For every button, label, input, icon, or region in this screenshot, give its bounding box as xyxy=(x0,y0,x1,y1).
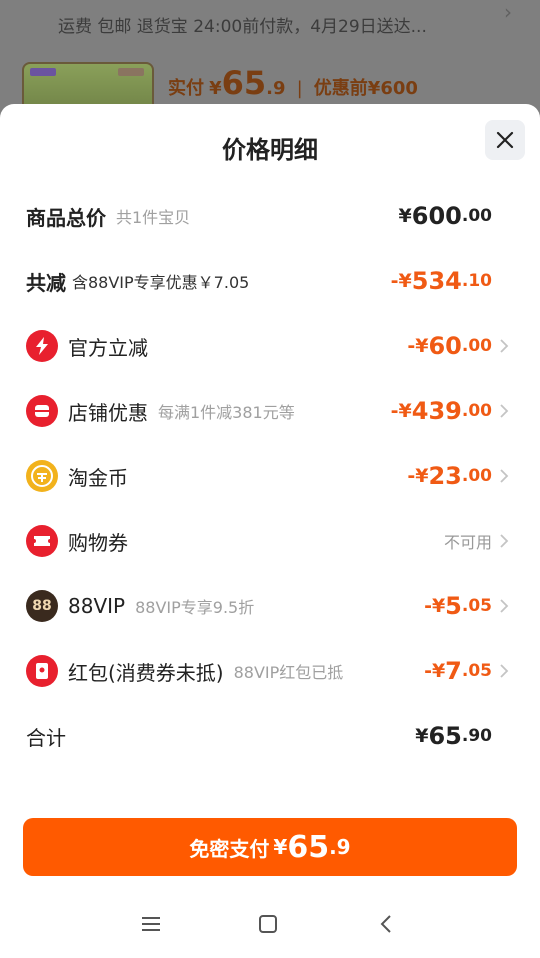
row-total-discount: 共减 含88VIP专享优惠￥7.05 -¥ 534.10 xyxy=(0,261,540,301)
shop-icon xyxy=(26,395,58,427)
row-shop-discount[interactable]: 店铺优惠 每满1件减381元等 -¥ 439.00 xyxy=(0,391,540,431)
chevron-right-icon xyxy=(500,404,509,418)
row-label: 共减 xyxy=(26,270,66,295)
row-label: 购物券 xyxy=(68,530,128,555)
row-label: 88VIP xyxy=(68,594,126,618)
chevron-right-icon xyxy=(500,664,509,678)
row-official-discount[interactable]: 官方立减 -¥ 60.00 xyxy=(0,326,540,366)
row-sublabel: 含88VIP专享优惠￥7.05 xyxy=(72,273,250,292)
row-88vip[interactable]: 88 88VIP 88VIP专享9.5折 -¥ 5.05 xyxy=(0,586,540,626)
row-grand-total: 合计 ¥65.90 xyxy=(0,716,540,756)
shipping-info: 运费 包邮 退货宝 24:00前付款，4月29日送达... xyxy=(58,17,427,37)
row-amount: -¥ 534.10 xyxy=(390,267,492,295)
row-label: 店铺优惠 xyxy=(68,400,148,425)
chevron-right-icon: › xyxy=(504,0,512,24)
sheet-title: 价格明细 xyxy=(222,136,318,164)
row-sublabel: 88VIP红包已抵 xyxy=(233,663,344,682)
back-icon[interactable] xyxy=(375,914,397,934)
row-amount: ¥65.90 xyxy=(415,722,492,750)
row-label: 淘金币 xyxy=(68,465,128,490)
red-packet-icon xyxy=(26,655,58,687)
row-sublabel: 每满1件减381元等 xyxy=(158,403,295,422)
row-total-price: 商品总价 共1件宝贝 ¥600.00 xyxy=(0,196,540,236)
row-amount: -¥ 7.05 xyxy=(424,657,492,685)
row-red-packet[interactable]: 红包(消费券未抵) 88VIP红包已抵 -¥ 7.05 xyxy=(0,651,540,691)
price-detail-sheet: 价格明细 商品总价 共1件宝贝 ¥600.00 共减 含88VIP专享优惠￥7.… xyxy=(0,104,540,958)
row-shopping-coupon[interactable]: 购物券 不可用 xyxy=(0,521,540,561)
background-price: 实付 ¥65.9 | 优惠前¥600 xyxy=(168,64,418,102)
menu-icon[interactable] xyxy=(140,914,162,934)
row-label: 官方立减 xyxy=(68,335,148,360)
coupon-icon xyxy=(26,525,58,557)
row-amount: -¥ 5.05 xyxy=(424,592,492,620)
home-icon[interactable] xyxy=(257,914,279,934)
row-amount: -¥ 23.00 xyxy=(407,462,492,490)
row-sublabel: 共1件宝贝 xyxy=(116,208,191,227)
chevron-right-icon xyxy=(500,339,509,353)
row-taojinbi[interactable]: 淘金币 -¥ 23.00 xyxy=(0,456,540,496)
row-label: 合计 xyxy=(26,725,66,750)
row-amount: ¥600.00 xyxy=(398,202,492,230)
chevron-right-icon xyxy=(500,599,509,613)
pay-button[interactable]: 免密支付 ¥65.9 xyxy=(23,818,517,876)
system-nav-bar xyxy=(0,900,540,958)
close-button[interactable] xyxy=(485,120,525,160)
row-amount: -¥ 439.00 xyxy=(390,397,492,425)
row-sublabel: 88VIP专享9.5折 xyxy=(135,598,255,617)
vip88-icon: 88 xyxy=(26,590,58,622)
row-status: 不可用 xyxy=(443,533,492,552)
row-label: 红包(消费券未抵) xyxy=(68,660,224,685)
chevron-right-icon xyxy=(500,469,509,483)
coin-icon xyxy=(26,460,58,492)
lightning-icon xyxy=(26,330,58,362)
row-label: 商品总价 xyxy=(26,205,106,230)
row-amount: -¥ 60.00 xyxy=(407,332,492,360)
close-icon xyxy=(496,131,514,149)
chevron-right-icon xyxy=(500,534,509,548)
